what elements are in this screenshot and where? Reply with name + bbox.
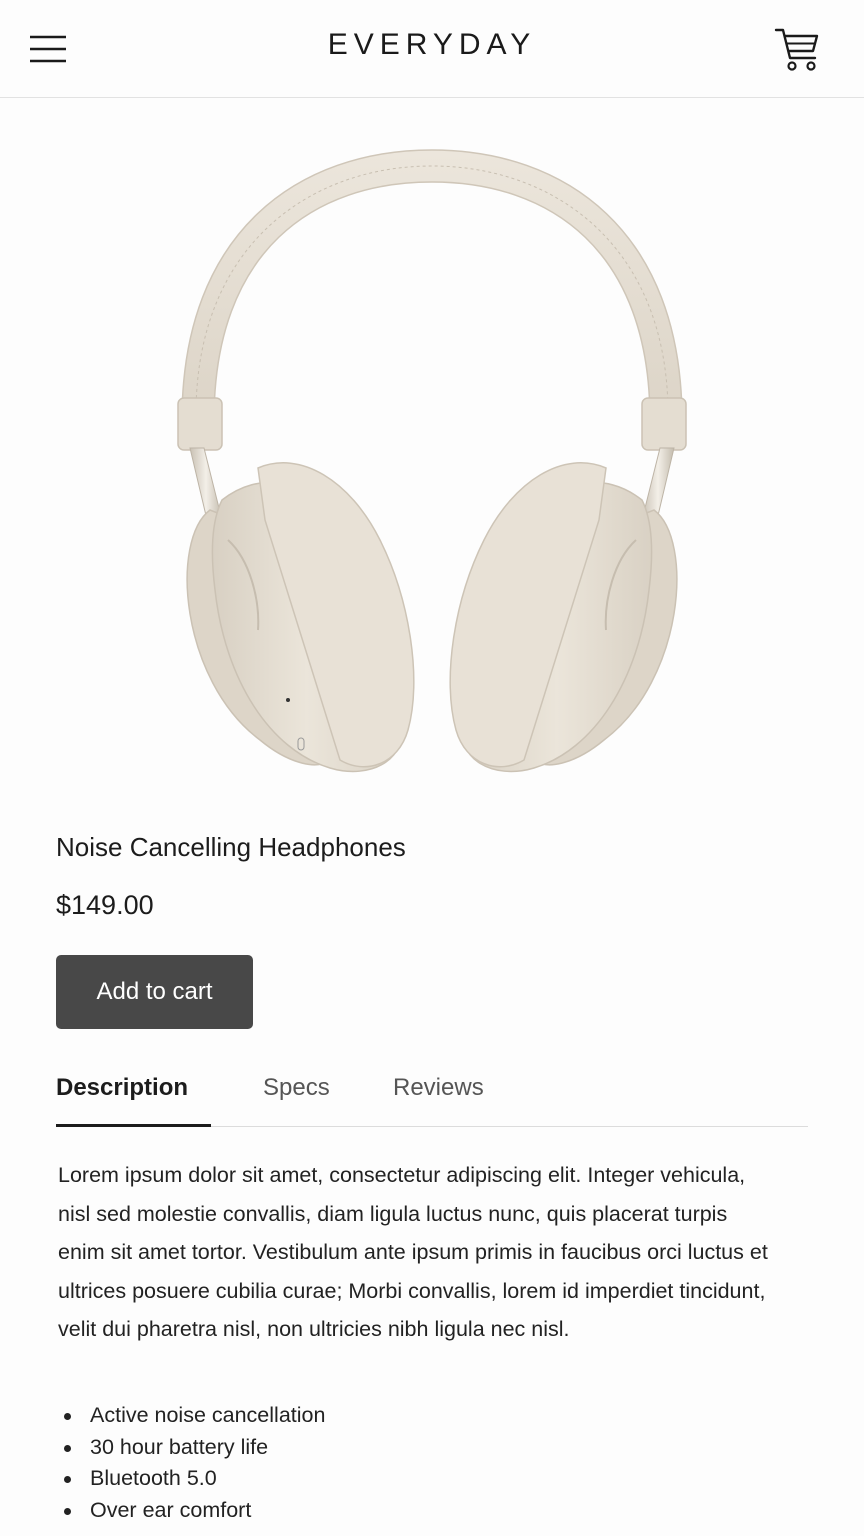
description-text: Lorem ipsum dolor sit amet, consectetur … [58, 1163, 768, 1341]
cart-button[interactable] [770, 22, 824, 76]
feature-item: Active noise cancellation [62, 1400, 325, 1432]
tab-description[interactable]: Description [56, 1074, 188, 1102]
brand-logo[interactable]: EVERYDAY [232, 28, 632, 62]
feature-item: Over ear comfort [62, 1495, 325, 1527]
feature-item: 30 hour battery life [62, 1432, 325, 1464]
feature-list: Active noise cancellation 30 hour batter… [62, 1400, 325, 1526]
active-tab-indicator [56, 1124, 211, 1127]
shopping-cart-icon [774, 28, 819, 71]
headphones-image [177, 149, 687, 773]
add-to-cart-button[interactable]: Add to cart [56, 955, 253, 1029]
product-tabs: Description Specs Reviews [56, 1060, 808, 1127]
hamburger-menu-icon [30, 35, 66, 63]
tab-specs[interactable]: Specs [263, 1074, 330, 1102]
tab-reviews[interactable]: Reviews [393, 1074, 484, 1102]
top-app-bar: EVERYDAY [0, 0, 864, 98]
product-price: $149.00 [56, 890, 154, 920]
menu-button[interactable] [24, 27, 72, 71]
product-title: Noise Cancelling Headphones [56, 832, 406, 862]
product-image[interactable] [130, 120, 734, 800]
feature-item: Bluetooth 5.0 [62, 1463, 325, 1495]
